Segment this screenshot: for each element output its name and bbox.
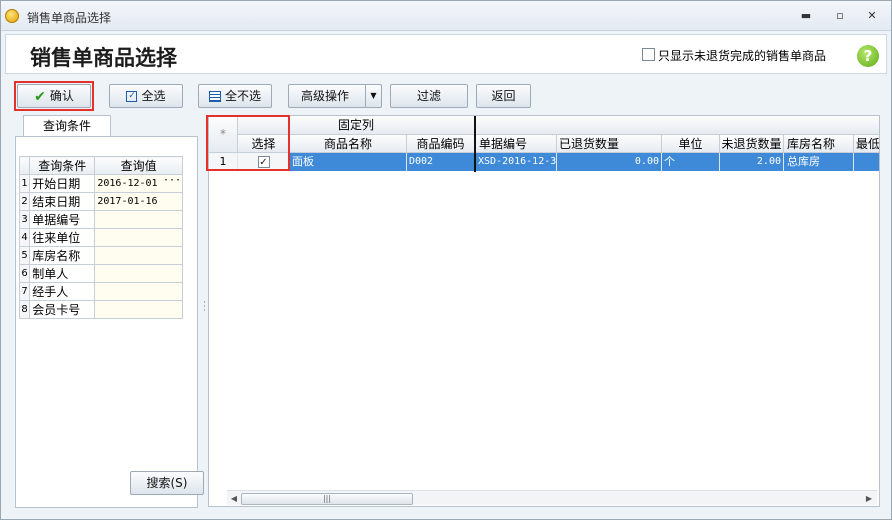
header-blank: [475, 116, 879, 135]
window: 销售单商品选择 ▬ ▫ ✕ 销售单商品选择 只显示未退货完成的销售单商品 ? ✔…: [0, 0, 892, 520]
condition-label: 开始日期: [29, 174, 96, 193]
table-row[interactable]: 6 制单人: [18, 264, 183, 283]
condition-label: 往来单位: [29, 228, 96, 247]
table-row[interactable]: 4 往来单位: [18, 228, 183, 247]
condition-label: 单据编号: [29, 210, 96, 229]
select-all-button[interactable]: ✓ 全选: [109, 84, 183, 108]
advanced-button[interactable]: 高级操作 ▼: [288, 84, 382, 108]
condition-value[interactable]: [94, 300, 183, 319]
column-header: 查询值: [94, 156, 183, 175]
highlight-confirm: [14, 81, 94, 111]
header-panel: 销售单商品选择 只显示未退货完成的销售单商品 ?: [5, 34, 887, 74]
query-table: 查询条件 查询值 1 开始日期 2016-12-01 ··· 2 结束日期 201…: [18, 156, 183, 319]
only-unreturned-checkbox[interactable]: [642, 48, 655, 61]
corner-cell: [18, 156, 31, 175]
condition-value[interactable]: 2016-12-01 ···: [94, 174, 183, 193]
returned-qty-cell[interactable]: 0.00: [557, 153, 662, 171]
table-row[interactable]: 3 单据编号: [18, 210, 183, 229]
scroll-right-icon[interactable]: ▶: [863, 493, 875, 505]
condition-value[interactable]: [94, 228, 183, 247]
warehouse-cell[interactable]: 总库房: [784, 153, 854, 171]
horizontal-scrollbar[interactable]: ◀ ||| ▶: [227, 490, 877, 505]
condition-value-text: 2016-12-01: [97, 178, 158, 189]
title-bar: 销售单商品选择 ▬ ▫ ✕: [1, 1, 891, 31]
condition-label: 库房名称: [29, 246, 96, 265]
condition-label: 制单人: [29, 264, 96, 283]
frozen-divider: [474, 116, 476, 172]
maximize-icon[interactable]: ▫: [833, 10, 847, 22]
select-all-label: 全选: [141, 89, 166, 103]
column-header-name[interactable]: 商品名称: [290, 135, 407, 153]
help-icon[interactable]: ?: [857, 45, 879, 67]
row-number: 2: [18, 192, 31, 211]
unreturned-qty-cell[interactable]: 2.00: [720, 153, 784, 171]
unit-cell[interactable]: 个: [662, 153, 720, 171]
column-header-warehouse[interactable]: 库房名称: [784, 135, 854, 153]
row-number: 4: [18, 228, 31, 247]
row-number: 7: [18, 282, 31, 301]
page-title: 销售单商品选择: [30, 46, 177, 70]
min-cell[interactable]: [854, 153, 879, 171]
product-code-cell[interactable]: D002: [407, 153, 475, 171]
search-button[interactable]: 搜索(S): [130, 471, 204, 495]
scroll-left-icon[interactable]: ◀: [228, 493, 240, 505]
table-row[interactable]: 5 库房名称: [18, 246, 183, 265]
minimize-icon[interactable]: ▬: [799, 10, 813, 22]
close-icon[interactable]: ✕: [865, 10, 879, 22]
query-box: 查询条件 查询值 1 开始日期 2016-12-01 ··· 2 结束日期 201…: [15, 136, 198, 508]
condition-label: 会员卡号: [29, 300, 96, 319]
list-icon: [208, 91, 221, 102]
tab-query-conditions[interactable]: 查询条件: [23, 115, 111, 137]
doc-number-cell[interactable]: XSD-2016-12-3: [475, 153, 557, 171]
advanced-label: 高级操作: [301, 89, 350, 103]
row-number: 8: [18, 300, 31, 319]
splitter-handle[interactable]: · · ·: [203, 299, 207, 316]
query-panel: 查询条件 查询条件 查询值 1 开始日期 2016-12-01 ··· 2 结束日…: [15, 115, 204, 508]
column-header-doc[interactable]: 单据编号: [475, 135, 557, 153]
condition-value[interactable]: [94, 210, 183, 229]
column-header: 查询条件: [29, 156, 96, 175]
column-header-unreturned[interactable]: 未退货数量: [720, 135, 784, 153]
row-number: 3: [18, 210, 31, 229]
table-row[interactable]: 1 开始日期 2016-12-01 ···: [18, 174, 183, 193]
table-row[interactable]: 2 结束日期 2017-01-16: [18, 192, 183, 211]
condition-value[interactable]: 2017-01-16: [94, 192, 183, 211]
row-number: 6: [18, 264, 31, 283]
app-icon: [5, 9, 19, 23]
scroll-thumb[interactable]: |||: [241, 493, 413, 505]
column-header-code[interactable]: 商品编码: [407, 135, 475, 153]
product-name-cell[interactable]: 面板: [290, 153, 407, 171]
condition-label: 结束日期: [29, 192, 96, 211]
back-button[interactable]: 返回: [476, 84, 531, 108]
column-header-unit[interactable]: 单位: [662, 135, 720, 153]
checkbox-icon: ✓: [126, 91, 138, 102]
only-unreturned-label[interactable]: 只显示未退货完成的销售单商品: [658, 47, 826, 64]
row-number: 5: [18, 246, 31, 265]
table-row[interactable]: 1 ✓ 面板 D002 XSD-2016-12-3 0.00 个 2.00 总库…: [209, 153, 879, 171]
product-grid: * 固定列 选择 商品名称 商品编码 单据编号 已退货数量 单位 未退货数量 库…: [208, 115, 880, 507]
column-header-min[interactable]: 最低: [854, 135, 879, 153]
condition-value[interactable]: [94, 264, 183, 283]
column-header-returned[interactable]: 已退货数量: [557, 135, 662, 153]
condition-label: 经手人: [29, 282, 96, 301]
window-title: 销售单商品选择: [27, 11, 112, 25]
condition-value[interactable]: [94, 282, 183, 301]
ellipsis-icon[interactable]: ···: [163, 175, 181, 186]
row-number: 1: [18, 174, 31, 193]
table-row[interactable]: 8 会员卡号: [18, 300, 183, 319]
select-none-label: 全不选: [224, 89, 261, 103]
select-none-button[interactable]: 全不选: [198, 84, 272, 108]
dropdown-arrow-icon[interactable]: ▼: [365, 85, 381, 107]
condition-value[interactable]: [94, 246, 183, 265]
highlight-select-column: [206, 115, 290, 171]
table-row[interactable]: 7 经手人: [18, 282, 183, 301]
filter-button[interactable]: 过滤: [390, 84, 468, 108]
